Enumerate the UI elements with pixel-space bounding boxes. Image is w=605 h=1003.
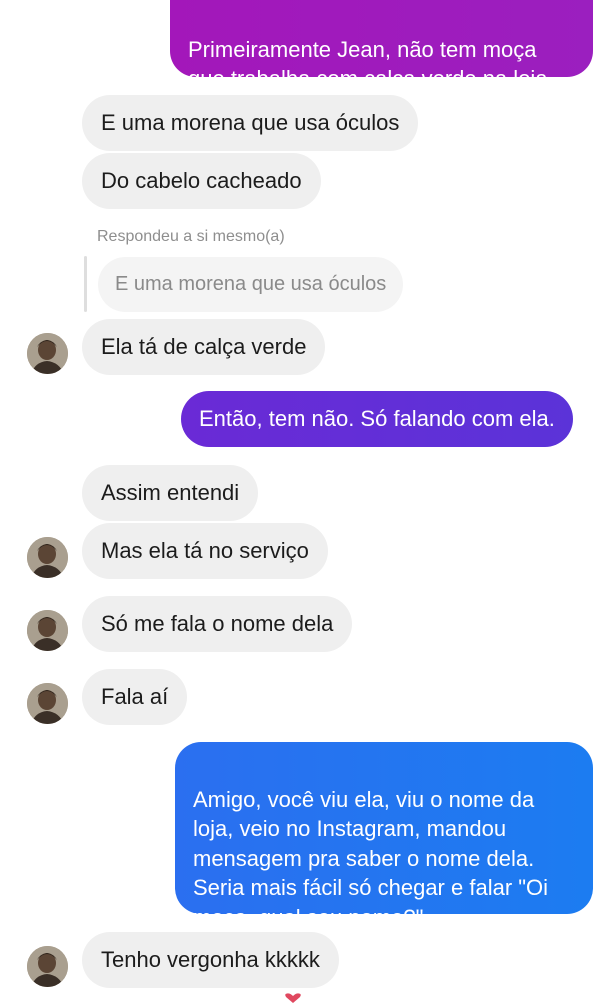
avatar-photo-icon [27,537,68,578]
avatar-photo-icon [27,946,68,987]
contact-avatar[interactable] [27,610,68,651]
incoming-message[interactable]: Do cabelo cacheado [82,153,321,209]
message-text: Mas ela tá no serviço [101,538,309,563]
incoming-message[interactable]: Assim entendi [82,465,259,521]
incoming-message[interactable]: Mas ela tá no serviço [82,523,328,579]
message-text: Fala aí [101,684,169,709]
quoted-message[interactable]: E uma morena que usa óculos [98,257,404,312]
message-text: Assim entendi [101,480,240,505]
outgoing-message[interactable]: Amigo, você viu ela, viu o nome da loja,… [175,742,593,930]
incoming-message[interactable]: Ela tá de calça verde [82,319,326,375]
message-text: Tenho vergonha kkkkk [101,947,320,972]
message-text: Amigo, você viu ela, viu o nome da loja,… [193,786,549,930]
incoming-message[interactable]: Só me fala o nome dela [82,596,353,652]
message-text: Então, tem não. Só falando com ela. [199,406,555,431]
reply-label: Respondeu a si mesmo(a) [97,228,285,245]
incoming-message[interactable]: E uma morena que usa óculos [82,95,419,151]
message-text: E uma morena que usa óculos [101,110,400,135]
incoming-message[interactable]: Tenho vergonha kkkkk [82,932,339,988]
contact-avatar[interactable] [27,946,68,987]
avatar-photo-icon [27,333,68,374]
heart-reaction-icon[interactable] [284,993,302,1003]
contact-avatar[interactable] [27,537,68,578]
message-text: Ela tá de calça verde [101,334,307,359]
message-text: Só me fala o nome dela [101,611,334,636]
incoming-message[interactable]: Fala aí [82,669,188,725]
message-text: Do cabelo cacheado [101,168,302,193]
avatar-photo-icon [27,610,68,651]
reply-indicator-bar [84,256,87,312]
avatar-photo-icon [27,683,68,724]
outgoing-message[interactable]: Então, tem não. Só falando com ela. [181,391,573,447]
message-text: Primeiramente Jean, não tem moça que tra… [188,37,554,91]
contact-avatar[interactable] [27,333,68,374]
outgoing-message[interactable]: Primeiramente Jean, não tem moça que tra… [170,0,593,91]
contact-avatar[interactable] [27,683,68,724]
